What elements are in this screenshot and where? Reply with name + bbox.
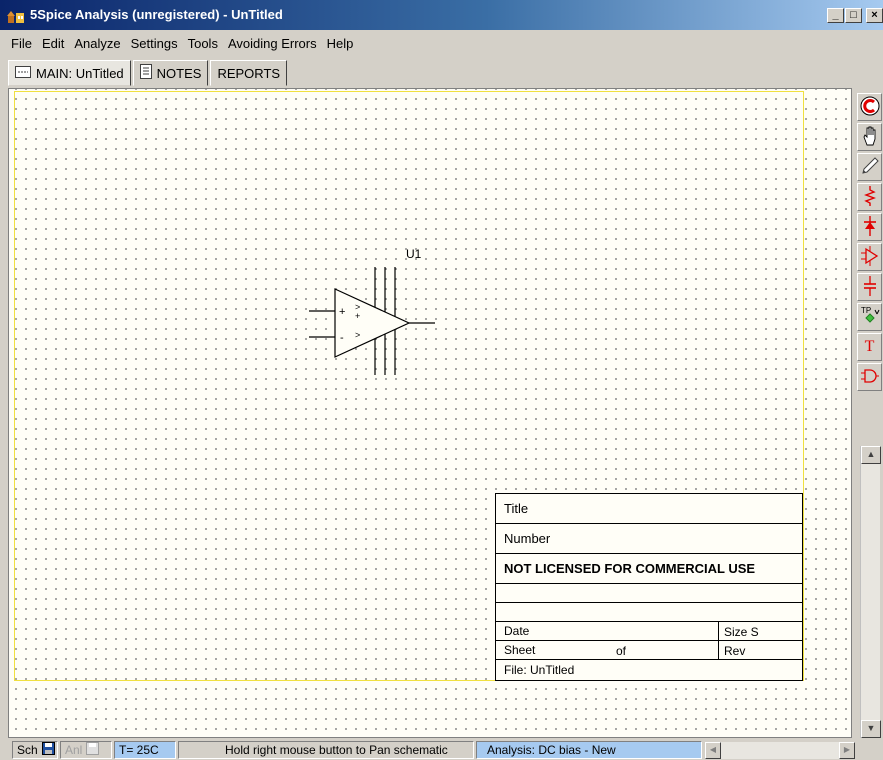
- component-label: U1: [406, 247, 422, 261]
- opamp-icon: [860, 245, 880, 270]
- sch-label: Sch: [17, 743, 38, 757]
- tab-strip: MAIN: UnTitled NOTES REPORTS: [8, 60, 289, 86]
- pin-mark: +: [355, 311, 360, 321]
- number-row: Number: [496, 524, 802, 554]
- menu-bar: File Edit Analyze Settings Tools Avoidin…: [0, 32, 358, 54]
- rev-label: Rev: [724, 644, 746, 658]
- scroll-left-button[interactable]: ◀: [705, 742, 721, 759]
- save-icon-disabled: [86, 742, 100, 758]
- resistor-tool-button[interactable]: [857, 183, 882, 211]
- anl-save-cell: Anl: [60, 741, 112, 759]
- minus-sign: -: [340, 332, 344, 344]
- redo-c-icon: [860, 96, 880, 119]
- title-block: Title Number NOT LICENSED FOR COMMERCIAL…: [495, 493, 803, 681]
- size-label: Size S: [724, 625, 759, 639]
- testpoint-icon: TP: [859, 305, 881, 330]
- title-bar: 5Spice Analysis (unregistered) - UnTitle…: [0, 0, 883, 30]
- menu-avoiding-errors[interactable]: Avoiding Errors: [223, 36, 322, 51]
- tab-main[interactable]: MAIN: UnTitled: [8, 60, 131, 86]
- blank-row: [496, 584, 802, 603]
- save-icon: [41, 742, 55, 758]
- logic-gate-tool-button[interactable]: [857, 363, 882, 391]
- app-window: 5Spice Analysis (unregistered) - UnTitle…: [0, 0, 883, 760]
- analysis-cell: Analysis: DC bias - New: [476, 741, 702, 759]
- file-label: File: UnTitled: [504, 663, 575, 677]
- hand-pan-icon: [860, 125, 880, 150]
- app-logo-icon: [6, 8, 26, 24]
- scroll-down-button[interactable]: ▼: [861, 720, 881, 738]
- text-icon: T: [864, 338, 875, 355]
- status-hint: Hold right mouse button to Pan schematic: [225, 743, 448, 757]
- size-divider: [718, 622, 719, 660]
- license-notice: NOT LICENSED FOR COMMERCIAL USE: [504, 561, 756, 576]
- blank-row: [496, 603, 802, 622]
- temperature: T= 25C: [119, 743, 159, 757]
- sch-save-cell[interactable]: Sch: [12, 741, 58, 759]
- pencil-icon: [860, 156, 880, 179]
- pan-tool-button[interactable]: [857, 123, 882, 151]
- tab-reports-label: REPORTS: [217, 65, 281, 81]
- anl-label: Anl: [65, 743, 83, 757]
- menu-file[interactable]: File: [6, 36, 37, 51]
- sheet-row: Sheet: [496, 641, 802, 660]
- diode-icon: [862, 215, 878, 240]
- pencil-tool-button[interactable]: [857, 153, 882, 181]
- maximize-button[interactable]: □: [845, 8, 862, 23]
- menu-edit[interactable]: Edit: [37, 36, 69, 51]
- menu-analyze[interactable]: Analyze: [69, 36, 125, 51]
- license-row: NOT LICENSED FOR COMMERCIAL USE: [496, 554, 802, 584]
- text-tool-button[interactable]: T: [857, 333, 882, 361]
- testpoint-tool-button[interactable]: TP: [857, 303, 882, 331]
- title-label: Title: [504, 501, 529, 516]
- vertical-scrollbar[interactable]: ▲ ▼: [860, 446, 881, 738]
- tab-notes[interactable]: NOTES: [132, 60, 209, 86]
- sheet-label: Sheet: [504, 643, 536, 657]
- scroll-up-button[interactable]: ▲: [861, 446, 881, 464]
- title-row: Title: [496, 494, 802, 524]
- minimize-button[interactable]: _: [827, 8, 844, 23]
- capacitor-icon: [863, 275, 877, 300]
- menu-tools[interactable]: Tools: [183, 36, 223, 51]
- scroll-right-button[interactable]: ▶: [839, 742, 855, 759]
- analysis-status: Analysis: DC bias - New: [487, 743, 616, 757]
- notes-icon: [139, 64, 152, 82]
- capacitor-tool-button[interactable]: [857, 273, 882, 301]
- schematic-canvas[interactable]: U1 + - > + > Title Number NOT LICENSED F…: [8, 88, 852, 738]
- horizontal-scrollbar[interactable]: ◀ ▶: [705, 742, 855, 759]
- hint-cell: Hold right mouse button to Pan schematic: [178, 741, 474, 759]
- date-label: Date: [504, 624, 530, 638]
- window-title: 5Spice Analysis (unregistered) - UnTitle…: [30, 7, 283, 22]
- redo-c-button[interactable]: [857, 93, 882, 121]
- tab-main-label: MAIN: UnTitled: [36, 65, 124, 81]
- logic-gate-icon: [860, 367, 880, 388]
- close-button[interactable]: ×: [866, 8, 883, 23]
- diode-tool-button[interactable]: [857, 213, 882, 241]
- number-label: Number: [504, 531, 551, 546]
- schematic-icon: [15, 65, 31, 81]
- menu-help[interactable]: Help: [322, 36, 359, 51]
- resistor-icon: [863, 185, 877, 210]
- plus-sign: +: [339, 306, 345, 318]
- tab-notes-label: NOTES: [156, 65, 202, 81]
- tab-reports[interactable]: REPORTS: [210, 60, 288, 86]
- of-label: of: [616, 644, 627, 658]
- temperature-cell: T= 25C: [114, 741, 176, 759]
- pin-mark: >: [355, 330, 360, 340]
- opamp-tool-button[interactable]: [857, 243, 882, 271]
- menu-settings[interactable]: Settings: [126, 36, 183, 51]
- file-row: File: UnTitled: [496, 660, 802, 680]
